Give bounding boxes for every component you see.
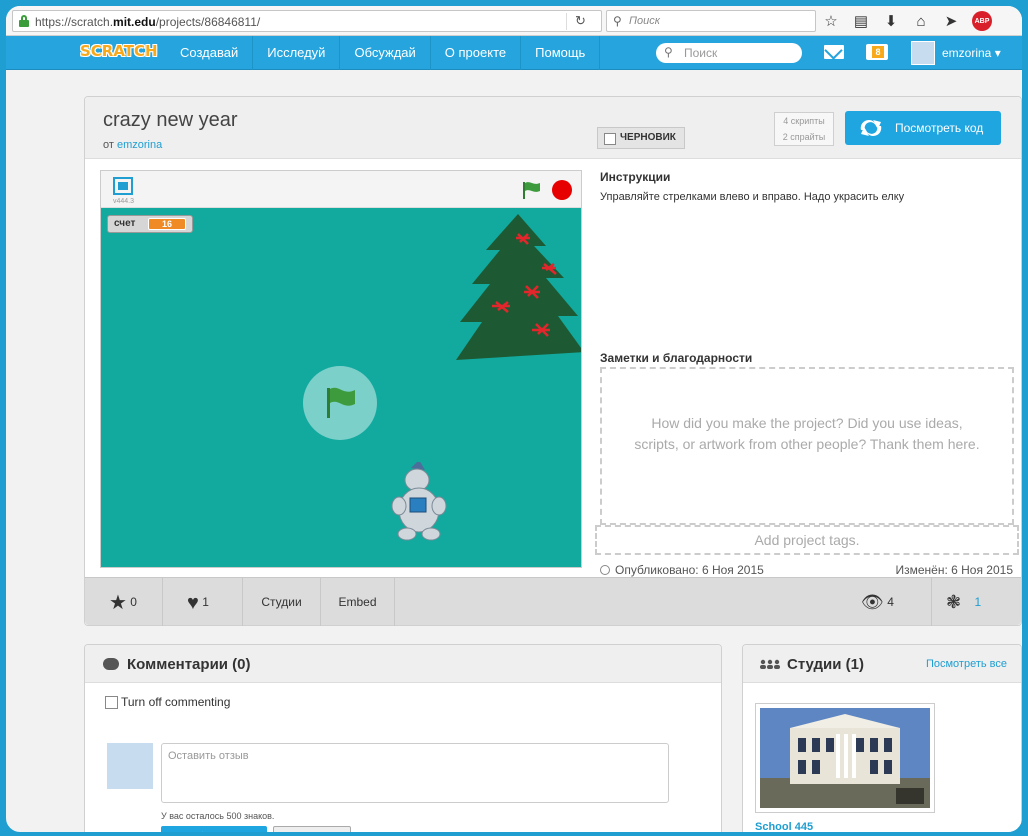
nav-about[interactable]: О проекте — [431, 36, 522, 70]
comments-header: Комментарии (0) — [85, 645, 721, 683]
green-flag-icon — [327, 387, 355, 418]
nav-search-placeholder: Поиск — [684, 46, 718, 60]
views-count: 4 — [887, 595, 894, 609]
my-stuff-icon[interactable]: 8 — [866, 44, 888, 60]
studios-header: Студии (1) Посмотреть все — [743, 645, 1021, 683]
instructions-text[interactable]: Управляйте стрелками влево и вправо. Над… — [600, 191, 904, 203]
clock-icon — [600, 565, 610, 575]
address-bar[interactable]: https://scratch.mit.edu/projects/8684681… — [12, 10, 602, 32]
send-icon[interactable]: ➤ — [942, 12, 960, 30]
add-to-studio-button[interactable]: Студии — [243, 578, 321, 626]
project-tags-input[interactable]: Add project tags. — [595, 525, 1019, 555]
adblock-icon[interactable]: ABP — [972, 11, 992, 31]
url-text: https://scratch.mit.edu/projects/8684681… — [35, 15, 261, 29]
bookmark-star-icon[interactable]: ☆ — [822, 12, 840, 30]
project-header: crazy new year от emzorina ЧЕРНОВИК 4 ск… — [85, 97, 1021, 159]
nav-help[interactable]: Помощь — [521, 36, 601, 70]
stage[interactable]: счет 16 — [101, 208, 581, 567]
cancel-comment-button[interactable]: Отменить — [273, 826, 351, 832]
player-version: v444.3 — [113, 198, 135, 205]
love-button[interactable]: ♥ 1 — [163, 578, 243, 626]
shared-date: Опубликовано: 6 Ноя 2015 — [600, 563, 764, 577]
remix-tree-button[interactable]: ❃ 1 — [931, 578, 1021, 626]
project-stats-bar: ★ 0 ♥ 1 Студии Embed 👁 4 ❃ 1 — [85, 577, 1021, 626]
star-icon: ★ — [109, 592, 127, 614]
browser-search-input[interactable]: ⚲ Поиск — [606, 10, 816, 32]
comment-bubble-icon — [103, 658, 119, 670]
home-icon[interactable]: ⌂ — [912, 12, 930, 30]
studio-thumbnail-image — [760, 708, 930, 808]
see-inside-button[interactable]: Посмотреть код — [845, 111, 1001, 145]
browser-search-placeholder: Поиск — [629, 15, 660, 27]
remix-count: 1 — [974, 595, 982, 609]
studio-name-link[interactable]: School 445 — [755, 821, 813, 832]
project-author: от emzorina — [103, 139, 163, 151]
player-controls: v444.3 — [101, 171, 581, 208]
remix-arrows-icon — [860, 119, 882, 137]
sprites-count: 2 спрайты — [782, 132, 826, 142]
scratch-logo[interactable]: SCRATCH — [80, 42, 158, 60]
download-icon[interactable]: ⬇ — [882, 12, 900, 30]
nav-discuss[interactable]: Обсуждай — [340, 36, 431, 70]
author-link[interactable]: emzorina — [117, 139, 162, 151]
people-icon — [760, 659, 780, 669]
studio-thumbnail[interactable] — [755, 703, 935, 813]
user-avatar[interactable] — [911, 41, 935, 65]
notes-heading: Заметки и благодарности — [600, 351, 753, 365]
user-menu[interactable]: emzorina ▾ — [942, 46, 1001, 60]
lock-icon — [19, 15, 29, 27]
views-stat: 👁 4 — [861, 578, 919, 626]
scratch-navbar: SCRATCH Создавай Исследуй Обсуждай О про… — [6, 36, 1022, 70]
score-monitor: счет 16 — [107, 215, 193, 233]
instructions-heading: Инструкции — [600, 170, 671, 184]
remix-tree-icon: ❃ — [946, 592, 962, 612]
heart-icon: ♥ — [187, 592, 199, 614]
nav-links: Создавай Исследуй Обсуждай О проекте Пом… — [166, 36, 601, 70]
favorite-button[interactable]: ★ 0 — [85, 578, 163, 626]
modified-date: Изменён: 6 Ноя 2015 — [895, 563, 1013, 577]
search-icon: ⚲ — [613, 14, 622, 28]
draft-checkbox[interactable]: ЧЕРНОВИК — [597, 127, 685, 149]
commenter-avatar — [107, 743, 153, 789]
notes-textarea[interactable]: How did you make the project? Did you us… — [600, 367, 1014, 525]
start-overlay-button[interactable] — [303, 366, 377, 440]
scripts-count: 4 скрипты — [783, 116, 825, 126]
turn-off-commenting-checkbox[interactable]: Turn off commenting — [105, 695, 230, 709]
studios-title: Студии (1) — [787, 656, 864, 673]
browser-toolbar: https://scratch.mit.edu/projects/8684681… — [6, 6, 1022, 36]
publish-comment-button[interactable]: Опубликовать — [161, 826, 267, 832]
reading-list-icon[interactable]: ▤ — [852, 12, 870, 30]
comments-title: Комментарии (0) — [127, 656, 251, 673]
bear-sprite — [391, 462, 447, 541]
divider — [566, 13, 567, 30]
project-title[interactable]: crazy new year — [103, 109, 238, 132]
embed-button[interactable]: Embed — [321, 578, 395, 626]
browser-window: https://scratch.mit.edu/projects/8684681… — [4, 4, 1024, 834]
eye-icon: 👁 — [861, 592, 884, 612]
score-value: 16 — [148, 218, 186, 230]
nav-create[interactable]: Создавай — [166, 36, 254, 70]
fullscreen-icon[interactable] — [113, 177, 133, 195]
browser-toolbar-icons: ☆ ▤ ⬇ ⌂ ➤ ABP — [822, 9, 992, 33]
search-icon: ⚲ — [664, 45, 673, 59]
reload-icon[interactable]: ↻ — [575, 13, 586, 29]
comments-panel: Комментарии (0) Turn off commenting Оста… — [84, 644, 722, 832]
see-all-studios-link[interactable]: Посмотреть все — [926, 658, 1007, 670]
loves-count: 1 — [202, 595, 209, 609]
green-flag-icon[interactable] — [520, 180, 542, 200]
tree-sprite — [456, 214, 581, 360]
comment-input[interactable]: Оставить отзыв — [161, 743, 669, 803]
my-stuff-badge: 8 — [872, 46, 884, 58]
nav-explore[interactable]: Исследуй — [253, 36, 341, 70]
project-panel: crazy new year от emzorina ЧЕРНОВИК 4 ск… — [84, 96, 1022, 626]
nav-search-input[interactable]: ⚲ Поиск — [656, 43, 802, 63]
characters-remaining: У вас осталось 500 знаков. — [161, 811, 275, 821]
messages-icon[interactable] — [824, 45, 844, 59]
stop-icon[interactable] — [552, 180, 572, 200]
studios-panel: Студии (1) Посмотреть все School 445 — [742, 644, 1022, 832]
project-player: v444.3 счет 16 — [100, 170, 582, 568]
project-counts: 4 скрипты 2 спрайты — [774, 112, 834, 146]
favorites-count: 0 — [130, 595, 137, 609]
